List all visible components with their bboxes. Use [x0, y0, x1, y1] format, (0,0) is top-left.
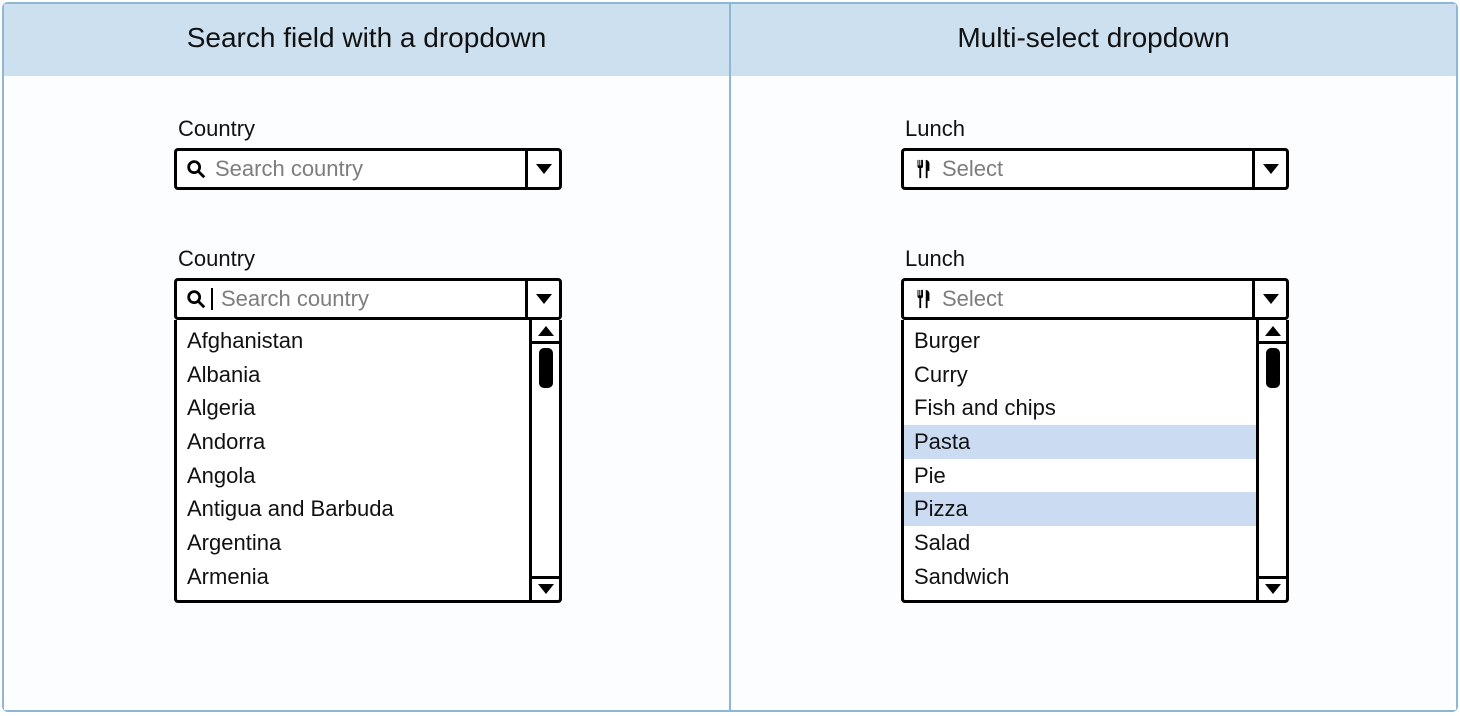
- scroll-up-button[interactable]: [1259, 320, 1286, 344]
- field-label: Country: [174, 246, 729, 272]
- scroll-up-button[interactable]: [532, 320, 559, 344]
- placeholder-text: Search country: [221, 286, 369, 312]
- dropdown-toggle[interactable]: [525, 151, 559, 187]
- panels: Search field with a dropdown Country Sea…: [2, 2, 1458, 712]
- lunch-select-display[interactable]: Select: [904, 281, 1252, 317]
- panel-search-dropdown: Search field with a dropdown Country Sea…: [4, 4, 729, 710]
- search-icon: [185, 158, 207, 180]
- chevron-down-icon: [1263, 294, 1279, 304]
- scroll-track[interactable]: [532, 344, 559, 576]
- country-closed-block: Country Search country: [174, 116, 729, 190]
- panel-multiselect: Multi-select dropdown Lunch Select: [729, 4, 1456, 710]
- placeholder-text: Select: [942, 156, 1003, 182]
- list-item[interactable]: Armenia: [177, 560, 529, 594]
- chevron-down-icon: [536, 164, 552, 174]
- list-item[interactable]: Argentina: [177, 526, 529, 560]
- chevron-up-icon: [1265, 326, 1281, 336]
- cutlery-icon: [912, 288, 934, 310]
- scroll-down-button[interactable]: [532, 576, 559, 600]
- list-item[interactable]: Afghanistan: [177, 324, 529, 358]
- list-item[interactable]: Salad: [904, 526, 1256, 560]
- field-label: Country: [174, 116, 729, 142]
- scrollbar[interactable]: [1256, 320, 1286, 600]
- panel-title: Search field with a dropdown: [4, 4, 729, 76]
- list-item[interactable]: Antigua and Barbuda: [177, 492, 529, 526]
- country-listbox[interactable]: Afghanistan Albania Algeria Andorra Ango…: [177, 320, 529, 600]
- chevron-down-icon: [538, 584, 554, 594]
- panel-body: Country Search country Country: [4, 76, 729, 659]
- list-item[interactable]: Andorra: [177, 425, 529, 459]
- list-item[interactable]: Algeria: [177, 391, 529, 425]
- chevron-down-icon: [536, 294, 552, 304]
- scrollbar[interactable]: [529, 320, 559, 600]
- cutlery-icon: [912, 158, 934, 180]
- dropdown-toggle[interactable]: [525, 281, 559, 317]
- search-icon: [185, 288, 207, 310]
- scroll-thumb[interactable]: [1266, 348, 1280, 388]
- list-item[interactable]: Pasta: [904, 425, 1256, 459]
- panel-body: Lunch Select Lunc: [731, 76, 1456, 659]
- lunch-listbox-wrap: Burger Curry Fish and chips Pasta Pie Pi…: [901, 320, 1289, 603]
- placeholder-text: Search country: [215, 156, 363, 182]
- country-listbox-wrap: Afghanistan Albania Algeria Andorra Ango…: [174, 320, 562, 603]
- lunch-select-display[interactable]: Select: [904, 151, 1252, 187]
- list-item[interactable]: Sandwich: [904, 560, 1256, 594]
- lunch-open-block: Lunch Select Bu: [901, 246, 1456, 603]
- lunch-combobox-open[interactable]: Select: [901, 278, 1289, 320]
- lunch-closed-block: Lunch Select: [901, 116, 1456, 190]
- country-open-block: Country Search country: [174, 246, 729, 603]
- list-item[interactable]: Fish and chips: [904, 391, 1256, 425]
- list-item[interactable]: Pizza: [904, 492, 1256, 526]
- list-item[interactable]: Burger: [904, 324, 1256, 358]
- country-search-input[interactable]: Search country: [177, 151, 525, 187]
- list-item[interactable]: Curry: [904, 358, 1256, 392]
- lunch-combobox-closed[interactable]: Select: [901, 148, 1289, 190]
- scroll-track[interactable]: [1259, 344, 1286, 576]
- dropdown-toggle[interactable]: [1252, 151, 1286, 187]
- list-item[interactable]: Pie: [904, 459, 1256, 493]
- panel-title: Multi-select dropdown: [731, 4, 1456, 76]
- lunch-listbox[interactable]: Burger Curry Fish and chips Pasta Pie Pi…: [904, 320, 1256, 600]
- country-combobox-closed[interactable]: Search country: [174, 148, 562, 190]
- field-label: Lunch: [901, 116, 1456, 142]
- country-search-input[interactable]: Search country: [177, 281, 525, 317]
- chevron-down-icon: [1265, 584, 1281, 594]
- country-combobox-open[interactable]: Search country: [174, 278, 562, 320]
- scroll-down-button[interactable]: [1259, 576, 1286, 600]
- scroll-thumb[interactable]: [539, 348, 553, 388]
- dropdown-toggle[interactable]: [1252, 281, 1286, 317]
- chevron-up-icon: [538, 326, 554, 336]
- list-item[interactable]: Angola: [177, 459, 529, 493]
- field-label: Lunch: [901, 246, 1456, 272]
- chevron-down-icon: [1263, 164, 1279, 174]
- placeholder-text: Select: [942, 286, 1003, 312]
- list-item[interactable]: Albania: [177, 358, 529, 392]
- text-cursor-icon: [211, 288, 213, 310]
